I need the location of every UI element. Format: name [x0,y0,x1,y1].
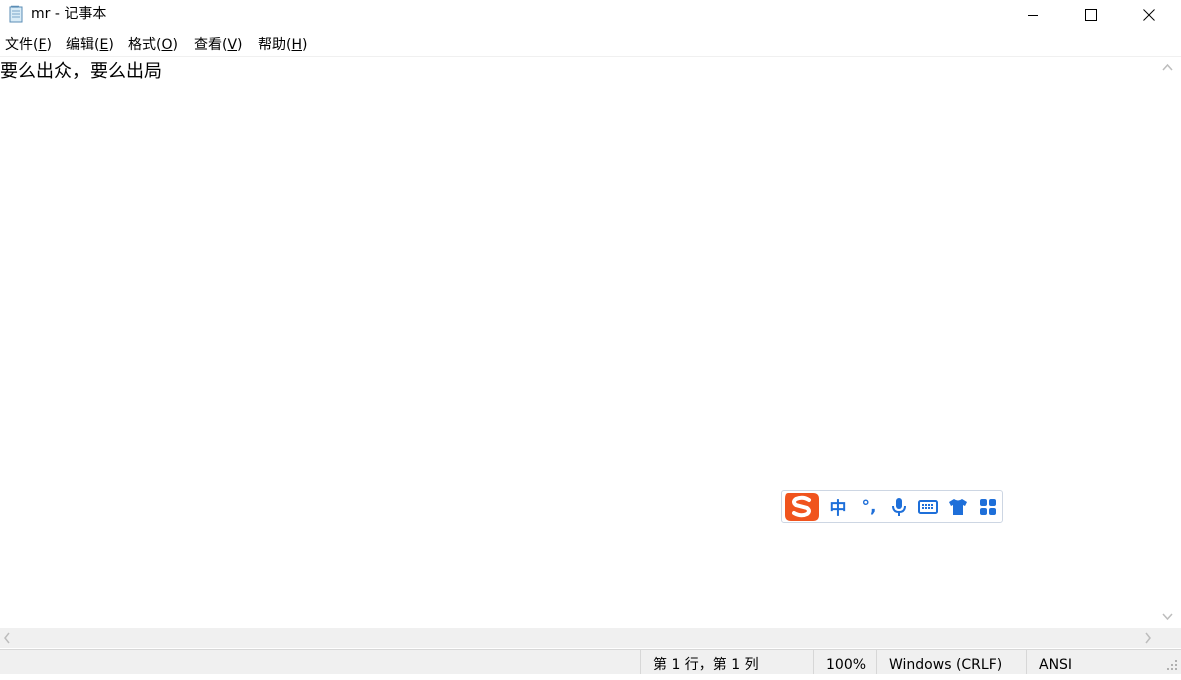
menu-view[interactable]: 查看(V) [194,36,243,54]
status-line-ending: Windows (CRLF) [876,650,1026,674]
editor-content[interactable]: 要么出众，要么出局 [0,61,162,83]
text-editor[interactable]: 要么出众，要么出局 [0,57,1158,628]
menu-bar: 文件(F) 编辑(E) 格式(O) 查看(V) 帮助(H) [0,31,1181,57]
ime-toolbar[interactable]: 中 °, [781,490,1003,523]
ime-mode-toggle[interactable]: 中 [824,491,852,522]
menu-format[interactable]: 格式(O) [128,36,178,54]
toolbox-grid-icon[interactable] [974,491,1002,522]
minimize-button[interactable] [1004,0,1062,30]
microphone-icon[interactable] [886,491,912,522]
menu-edit[interactable]: 编辑(E) [66,36,114,54]
minimize-icon [1028,15,1038,16]
horizontal-scrollbar[interactable] [0,628,1159,648]
scroll-left-arrow-icon[interactable] [4,632,10,644]
ime-punctuation-toggle[interactable]: °, [854,491,884,522]
close-icon [1143,9,1155,21]
scroll-right-arrow-icon[interactable] [1145,632,1151,644]
maximize-icon [1085,9,1097,21]
sogou-logo-icon[interactable] [782,491,822,522]
maximize-button[interactable] [1062,0,1120,30]
resize-grip-icon[interactable] [1166,659,1178,671]
menu-help[interactable]: 帮助(H) [258,36,307,54]
scroll-down-arrow-icon[interactable] [1162,613,1173,621]
scroll-up-arrow-icon[interactable] [1162,63,1173,71]
status-zoom: 100% [813,650,876,674]
notepad-icon [7,5,25,23]
close-button[interactable] [1120,0,1178,30]
vertical-scrollbar[interactable] [1159,57,1176,628]
scrollbar-corner [1159,628,1181,648]
window-title: mr - 记事本 [31,6,107,22]
status-encoding: ANSI [1026,650,1156,674]
status-position: 第 1 行，第 1 列 [640,650,813,674]
status-bar: 第 1 行，第 1 列 100% Windows (CRLF) ANSI [0,649,1181,674]
keyboard-icon[interactable] [914,491,942,522]
title-bar[interactable]: mr - 记事本 [0,0,1181,30]
skin-shirt-icon[interactable] [944,491,972,522]
menu-file[interactable]: 文件(F) [5,36,52,54]
